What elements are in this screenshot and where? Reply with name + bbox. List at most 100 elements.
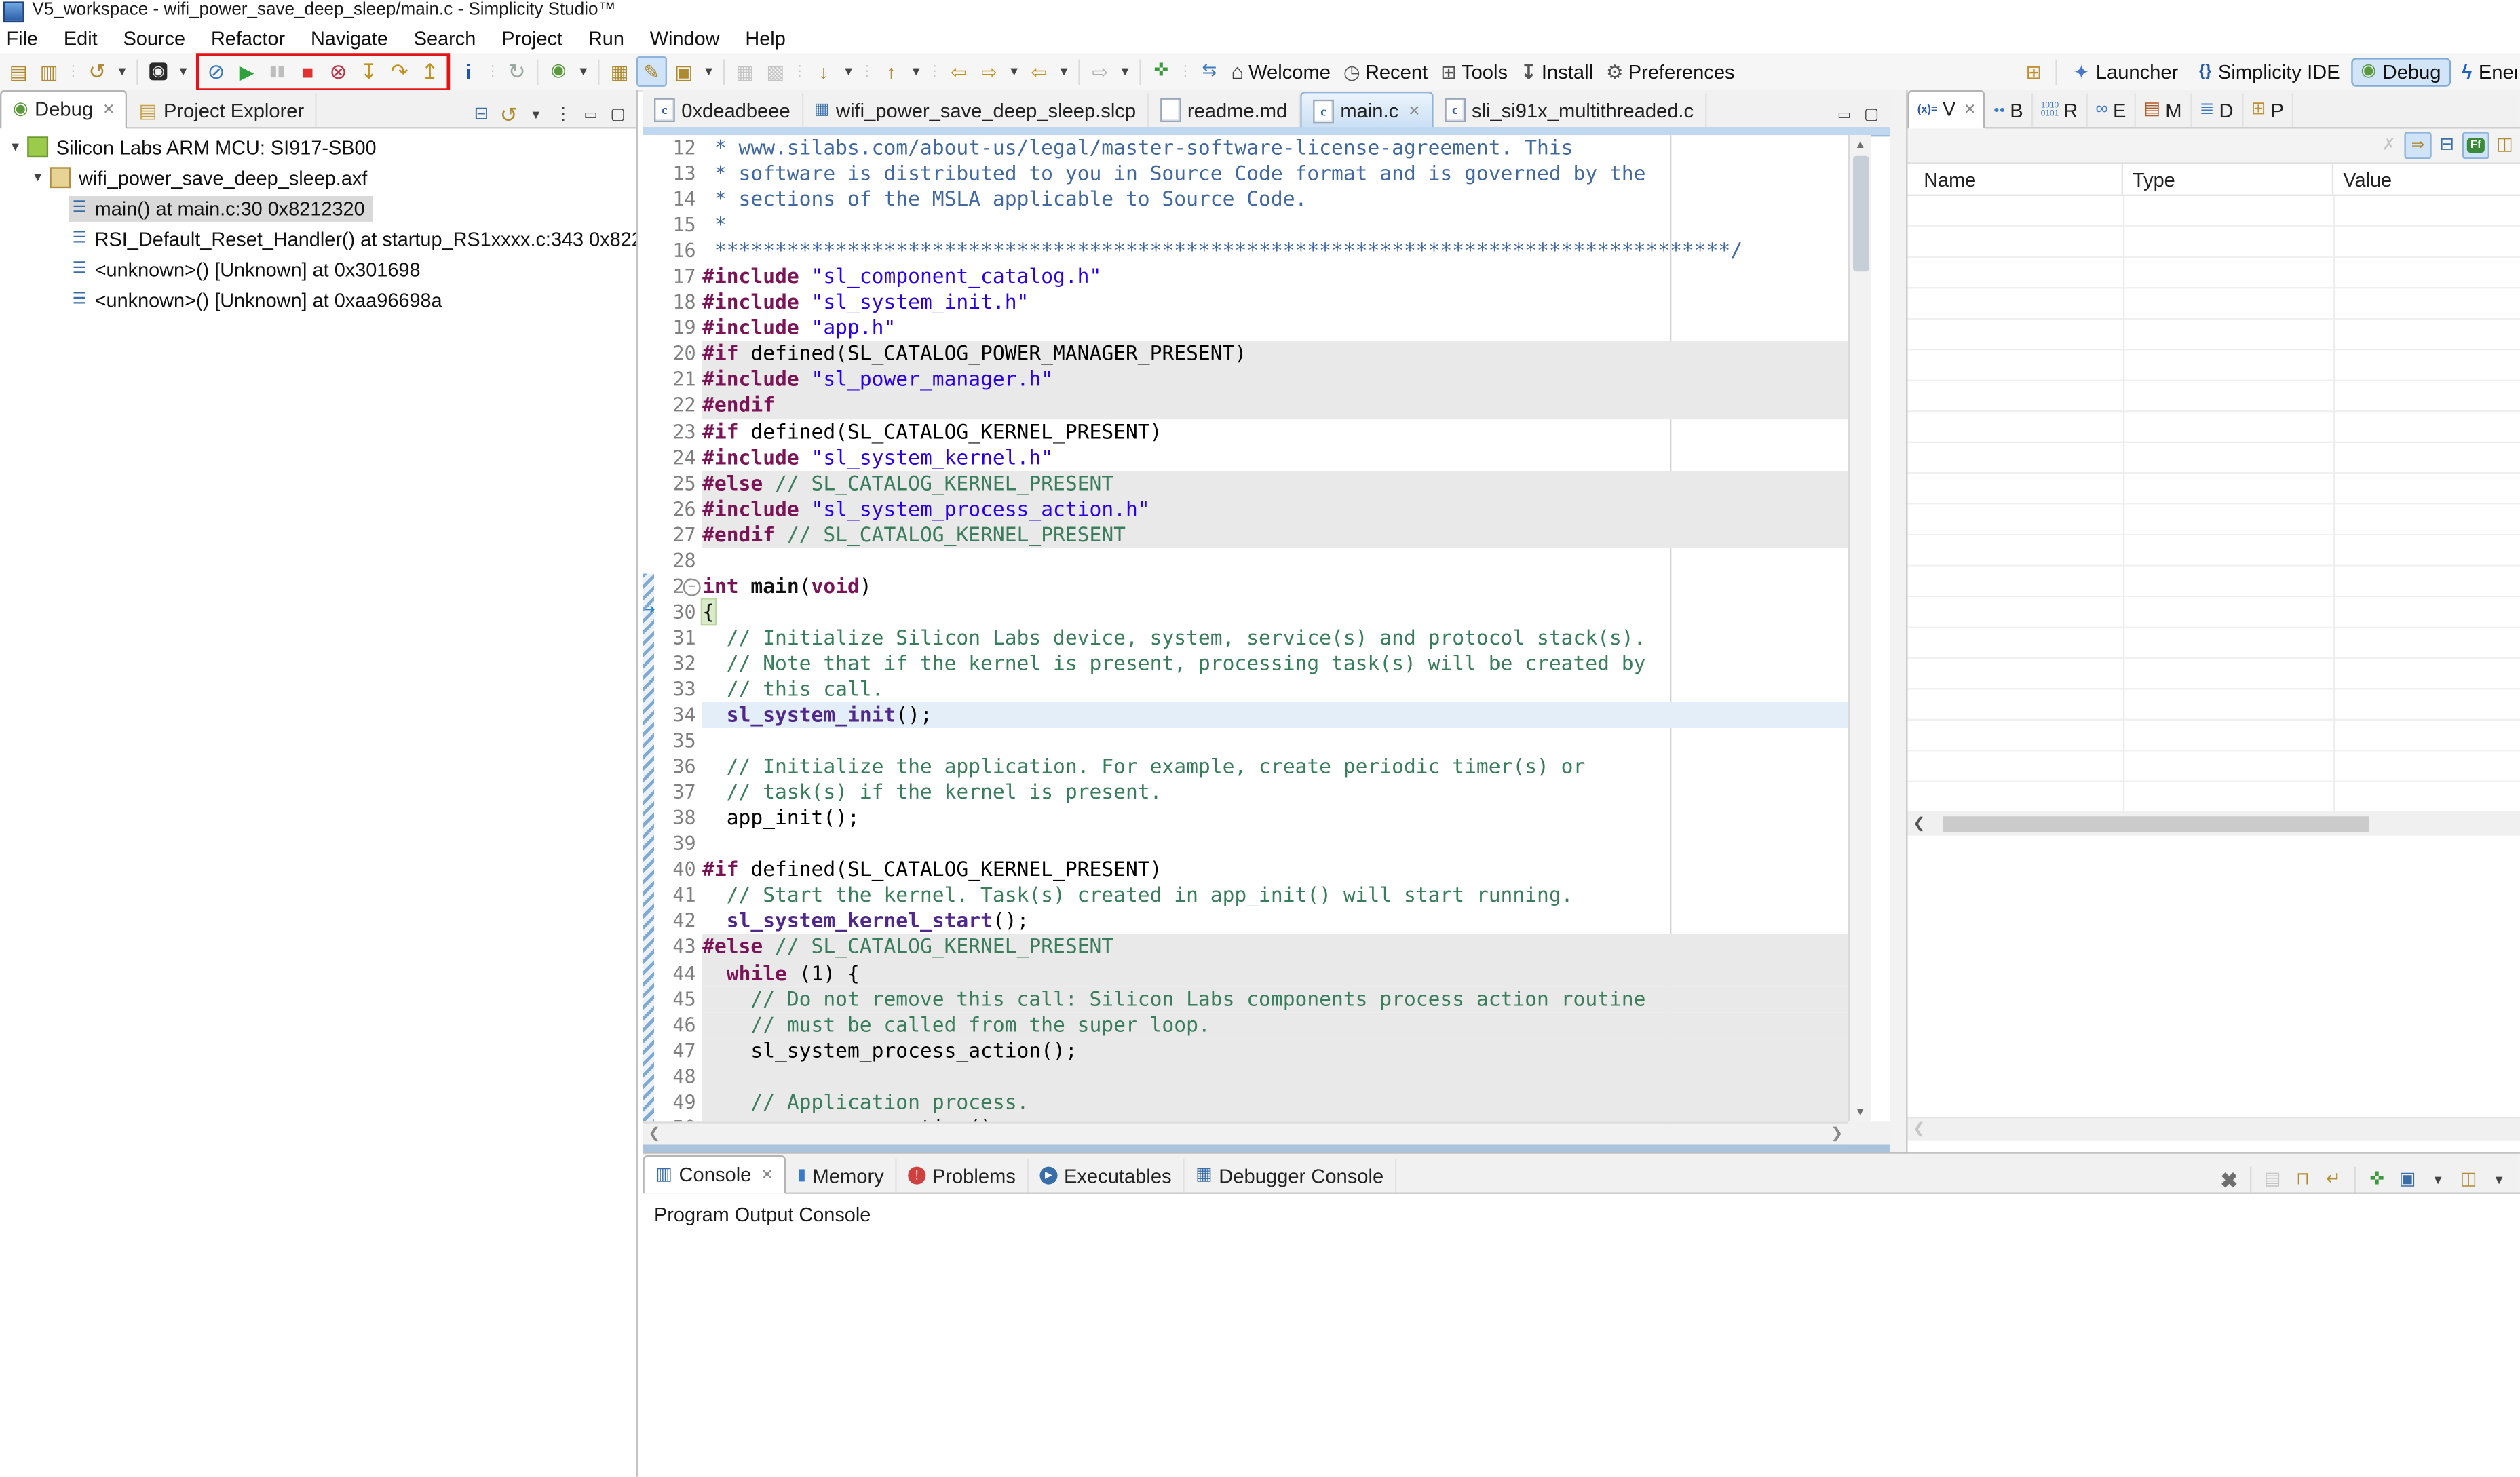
perspective-launcher[interactable]: ✦Launcher	[2063, 57, 2188, 86]
code-line[interactable]: 34 sl_system_init();	[643, 702, 1848, 728]
menu-window[interactable]: Window	[637, 26, 733, 49]
menu-run[interactable]: Run	[575, 26, 637, 49]
last-edit-location-icon[interactable]: ⇦	[1025, 58, 1052, 85]
variables-horizontal-scrollbar[interactable]: ❮	[1908, 813, 2520, 836]
code-line[interactable]: 50 app_process_action();	[643, 1115, 1848, 1121]
debug-launch-dropdown[interactable]: ▾	[114, 58, 130, 85]
editor-tab-wifi-power-save-deep-sleep-slcp[interactable]: ▦wifi_power_save_deep_sleep.slcp	[803, 93, 1149, 127]
variables-table[interactable]	[1908, 196, 2520, 813]
code-editor[interactable]: ➜ − 12 * www.silabs.com/about-us/legal/m…	[643, 135, 1848, 1121]
code-line[interactable]: 43#else // SL_CATALOG_KERNEL_PRESENT	[643, 934, 1848, 960]
tree-item[interactable]: ☰<unknown>() [Unknown] at 0x301698	[0, 254, 636, 284]
perspective-energy-profiler[interactable]: ϟEnergy Profiler	[2452, 57, 2517, 86]
capture-icon[interactable]: ◉	[145, 58, 172, 85]
console-tab-executables[interactable]: ▶Executables	[1029, 1159, 1185, 1193]
view-tab-e[interactable]: ∞E	[2088, 93, 2136, 127]
code-line[interactable]: 35	[643, 728, 1848, 754]
column-header-name[interactable]: Name	[1908, 164, 2123, 195]
perspective-simplicity-ide[interactable]: {}Simplicity IDE	[2190, 57, 2350, 86]
step-into-icon[interactable]: ↧	[355, 58, 382, 85]
open-perspective-button[interactable]: ⊞	[2020, 58, 2047, 85]
close-icon[interactable]: ✕	[1408, 102, 1420, 119]
code-line[interactable]: 30{	[643, 599, 1848, 625]
editor-tab-0xdeadbeee[interactable]: c0xdeadbeee	[643, 93, 803, 127]
resume-icon[interactable]: ▶	[233, 58, 260, 85]
code-line[interactable]: 15 *	[643, 212, 1848, 238]
last-edit-dropdown[interactable]: ▾	[1056, 58, 1072, 85]
editor-tab-sli-si91x-multithreaded-c[interactable]: csli_si91x_multithreaded.c	[1433, 93, 1706, 127]
minimize-icon[interactable]: ▭	[579, 103, 603, 128]
view-tab-v[interactable]: (x)=V✕	[1908, 90, 1986, 129]
code-line[interactable]: 14 * sections of the MSLA applicable to …	[643, 187, 1848, 212]
debug-config-icon[interactable]: ◉	[545, 58, 572, 85]
code-line[interactable]: 37 // task(s) if the kernel is present.	[643, 780, 1848, 805]
step-over-icon[interactable]: ↷	[385, 58, 413, 85]
code-line[interactable]: 46 // must be called from the super loop…	[643, 1012, 1848, 1037]
save-all-icon[interactable]: ▩	[762, 58, 789, 85]
scroll-left-icon[interactable]: ❮	[643, 1124, 665, 1145]
code-line[interactable]: 38 app_init();	[643, 805, 1848, 831]
display-console-dropdown[interactable]: ▾	[2425, 1167, 2451, 1193]
close-icon[interactable]: ✕	[102, 100, 115, 118]
view-tab-r[interactable]: 1010 0101R	[2033, 93, 2088, 127]
next-annotation-icon[interactable]: ⇨	[976, 58, 1003, 85]
relaunch-dropdown[interactable]: ▾	[524, 103, 548, 128]
code-line[interactable]: 31 // Initialize Silicon Labs device, sy…	[643, 625, 1848, 651]
menu-file[interactable]: File	[0, 26, 51, 49]
code-line[interactable]: 26#include "sl_system_process_action.h"	[643, 496, 1848, 522]
code-line[interactable]: 40#if defined(SL_CATALOG_KERNEL_PRESENT)	[643, 857, 1848, 883]
expander-icon[interactable]: ▾	[29, 169, 47, 187]
link-with-editor-icon[interactable]: ⇆	[1196, 58, 1223, 85]
pin-console-icon[interactable]: ✜	[2364, 1167, 2390, 1193]
editor-vertical-scrollbar[interactable]: ▲ ▼	[1848, 135, 1871, 1121]
tab-debug[interactable]: ◉Debug✕	[0, 90, 128, 129]
view-tab-p[interactable]: ⊞P	[2243, 93, 2293, 127]
recent-button[interactable]: ◷Recent	[1343, 60, 1428, 83]
code-line[interactable]: 16 *************************************…	[643, 238, 1848, 264]
open-project-icon[interactable]: ▤	[5, 58, 32, 85]
save-icon[interactable]: ▦	[731, 58, 759, 85]
scroll-up-icon[interactable]: ▲	[1850, 135, 1871, 154]
display-console-icon[interactable]: ▣	[2394, 1167, 2420, 1193]
tree-item[interactable]: ☰RSI_Default_Reset_Handler() at startup_…	[0, 223, 636, 254]
scroll-down-icon[interactable]: ▼	[1850, 1102, 1871, 1121]
code-line[interactable]: 12 * www.silabs.com/about-us/legal/maste…	[643, 135, 1848, 161]
code-line[interactable]: 20#if defined(SL_CATALOG_POWER_MANAGER_P…	[643, 341, 1848, 367]
menu-source[interactable]: Source	[111, 26, 198, 49]
number-format-icon[interactable]: Ff	[2462, 132, 2489, 159]
terminate-icon[interactable]: ✖	[2216, 1167, 2242, 1193]
import-project-icon[interactable]: ▥	[35, 58, 62, 85]
maximize-icon[interactable]: ▢	[606, 103, 630, 128]
install-button[interactable]: ↧Install	[1521, 60, 1593, 83]
update-icon[interactable]: ↑	[877, 58, 904, 85]
editor-tab-main-c[interactable]: cmain.c✕	[1300, 92, 1433, 128]
editor-bottom-sash[interactable]	[643, 1144, 1890, 1152]
close-icon[interactable]: ✕	[1964, 100, 1976, 118]
code-line[interactable]: 29int main(void)	[643, 573, 1848, 599]
stop-icon[interactable]: ■	[294, 58, 321, 85]
maximize-icon[interactable]: ▢	[1859, 103, 1884, 128]
build-icon[interactable]: ↓	[810, 58, 837, 85]
code-line[interactable]: 36 // Initialize the application. For ex…	[643, 754, 1848, 780]
tree-item[interactable]: ▾Silicon Labs ARM MCU: SI917-SB00	[0, 132, 636, 162]
code-line[interactable]: 32 // Note that if the kernel is present…	[643, 651, 1848, 676]
code-line[interactable]: 41 // Start the kernel. Task(s) created …	[643, 883, 1848, 908]
code-line[interactable]: 18#include "sl_system_init.h"	[643, 290, 1848, 315]
scroll-left-icon[interactable]: ❮	[1908, 813, 1930, 835]
new-view-icon[interactable]: ◫	[2493, 134, 2517, 158]
code-line[interactable]: 49 // Application process.	[643, 1089, 1848, 1115]
code-line[interactable]: 33 // this call.	[643, 676, 1848, 702]
pin-editor-icon[interactable]: ✜	[1147, 58, 1175, 85]
tree-item[interactable]: ▾wifi_power_save_deep_sleep.axf	[0, 162, 636, 193]
pause-icon[interactable]: ▮▮	[263, 58, 290, 85]
update-dropdown[interactable]: ▾	[908, 58, 924, 85]
view-tab-b[interactable]: ●●B	[1985, 93, 2033, 127]
instruction-stepping-icon[interactable]: i	[455, 58, 482, 85]
code-line[interactable]: 27#endif // SL_CATALOG_KERNEL_PRESENT	[643, 522, 1848, 548]
console-tab-console[interactable]: ▥Console✕	[643, 1155, 786, 1194]
tree-item[interactable]: ☰<unknown>() [Unknown] at 0xaa96698a	[0, 284, 636, 315]
welcome-button[interactable]: ⌂Welcome	[1231, 60, 1331, 83]
forward-history-dropdown[interactable]: ▾	[1117, 58, 1133, 85]
collapse-all-icon[interactable]: ⊟	[2435, 134, 2459, 158]
relaunch-icon[interactable]: ↺	[497, 103, 521, 128]
